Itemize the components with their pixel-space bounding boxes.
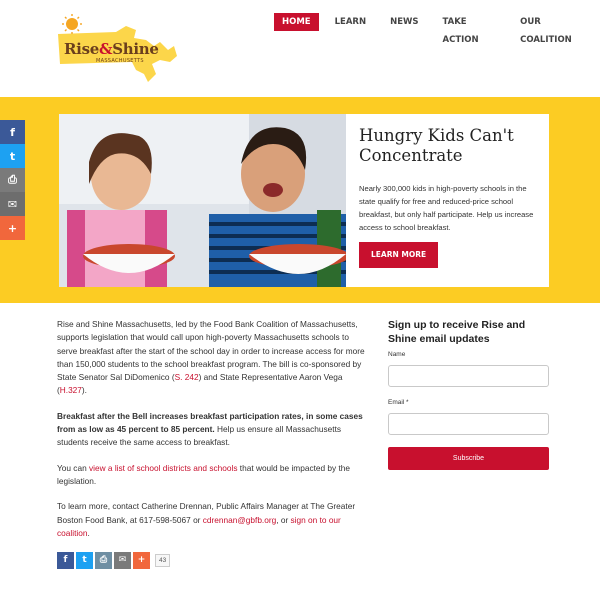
twitter-icon[interactable]: t — [76, 552, 93, 570]
name-field[interactable] — [388, 365, 549, 387]
share-more-icon[interactable]: + — [0, 216, 25, 240]
bill-link-h327[interactable]: H.327 — [60, 385, 82, 395]
nav-news[interactable]: NEWS — [382, 13, 426, 31]
email-signup-form: Sign up to receive Rise and Shine email … — [388, 318, 550, 470]
email-icon[interactable]: ✉ — [114, 552, 131, 570]
contact-paragraph: To learn more, contact Catherine Drennan… — [57, 500, 369, 540]
main-nav: HOME LEARN NEWS TAKE ACTION OUR COALITIO… — [274, 13, 600, 45]
subscribe-button[interactable]: Subscribe — [388, 447, 549, 470]
hero-image — [59, 114, 346, 287]
nav-home[interactable]: HOME — [274, 13, 319, 31]
share-more-icon[interactable]: + — [133, 552, 150, 570]
nav-learn[interactable]: LEARN — [327, 13, 374, 31]
schools-paragraph: You can view a list of school districts … — [57, 462, 369, 489]
school-list-link[interactable]: view a list of school districts and scho… — [89, 463, 238, 473]
share-count-badge: 43 — [155, 554, 171, 568]
bill-link-s242[interactable]: S. 242 — [175, 372, 199, 382]
print-icon[interactable]: ⎙ — [0, 168, 25, 192]
email-label: Email * — [388, 399, 409, 406]
signup-title: Sign up to receive Rise and Shine email … — [388, 319, 526, 345]
facebook-icon[interactable]: f — [0, 120, 25, 144]
nav-our-coalition[interactable]: OUR COALITION — [512, 13, 592, 45]
hero-card: Hungry Kids Can't Concentrate Nearly 300… — [346, 114, 549, 287]
hero-title: Hungry Kids Can't Concentrate — [359, 126, 514, 165]
nav-take-action[interactable]: TAKE ACTION — [435, 13, 505, 45]
site-header: Rise&Shine MASSACHUSETTS HOME LEARN NEWS… — [0, 0, 600, 97]
social-share-sidebar: f t ⎙ ✉ + — [0, 120, 25, 240]
logo-wordmark: Rise&Shine — [64, 40, 159, 58]
print-icon[interactable]: ⎙ — [95, 552, 112, 570]
share-buttons-row: f t ⎙ ✉ + 43 — [57, 552, 369, 570]
email-link[interactable]: cdrennan@gbfb.org — [203, 515, 276, 525]
intro-paragraph: Rise and Shine Massachusetts, led by the… — [57, 318, 369, 398]
intro-text-3: ). — [81, 385, 87, 396]
logo-subtitle: MASSACHUSETTS — [96, 58, 144, 64]
hero-text: Nearly 300,000 kids in high-poverty scho… — [359, 184, 534, 232]
email-field[interactable] — [388, 413, 549, 435]
twitter-icon[interactable]: t — [0, 144, 25, 168]
facebook-icon[interactable]: f — [57, 552, 74, 570]
schools-text: You can — [57, 462, 89, 473]
name-label: Name — [388, 351, 406, 358]
learn-more-button[interactable]: LEARN MORE — [359, 242, 439, 268]
contact-text-3: . — [87, 527, 90, 538]
main-content: Rise and Shine Massachusetts, led by the… — [57, 318, 369, 570]
stats-paragraph: Breakfast after the Bell increases break… — [57, 410, 369, 450]
contact-text-2: , or — [276, 514, 291, 525]
rise-and-shine-logo[interactable]: Rise&Shine MASSACHUSETTS — [56, 12, 181, 90]
email-icon[interactable]: ✉ — [0, 192, 25, 216]
